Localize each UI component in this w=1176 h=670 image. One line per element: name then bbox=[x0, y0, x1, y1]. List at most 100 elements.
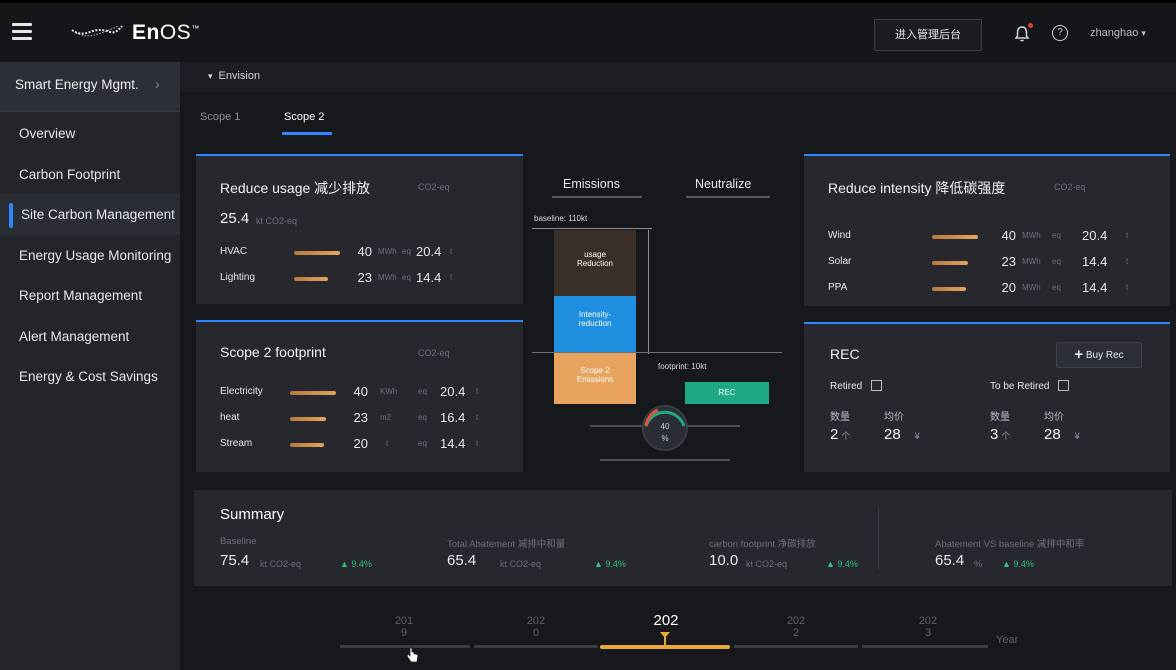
plus-icon: + bbox=[1074, 346, 1084, 363]
year-2020[interactable]: 202 0 bbox=[516, 615, 556, 639]
year-2023[interactable]: 202 3 bbox=[908, 615, 948, 639]
summary-pct: ▲ 9.4% bbox=[826, 559, 858, 569]
chevron-down-icon: ▾ bbox=[1141, 28, 1146, 38]
export-icon[interactable] bbox=[1058, 380, 1070, 391]
hand-cursor-icon bbox=[406, 647, 419, 663]
emissions-diagram: Emissions Neutralize baseline: 110kt usa… bbox=[530, 162, 802, 472]
summary-unit: % bbox=[974, 559, 983, 569]
breadcrumb[interactable]: ▾ Envision bbox=[180, 62, 1176, 92]
summary-value-abatement-vs-baseline: 65.4 bbox=[935, 552, 965, 569]
footprint-row-electricity: Electricity 40 KWh eq 20.4 t bbox=[220, 384, 479, 399]
enos-logo: EnOS™ bbox=[132, 21, 200, 44]
chevron-down-icon: ▾ bbox=[208, 71, 213, 81]
buy-rec-button[interactable]: + Buy Rec bbox=[1056, 342, 1142, 368]
intensity-row-solar: Solar 23 MWh eq 14.4 t bbox=[828, 254, 1129, 269]
sidebar-item-report-management[interactable]: Report Management bbox=[0, 275, 196, 316]
year-timeline: 201 9 202 0 202 202 2 202 3 Year bbox=[338, 612, 1018, 663]
summary-pct: ▲ 9.4% bbox=[340, 559, 372, 569]
summary-card: Summary Baseline 75.4 kt CO2-eq ▲ 9.4% T… bbox=[194, 490, 1172, 586]
admin-console-button[interactable]: 进入管理后台 bbox=[874, 19, 982, 51]
top-bar: EnOS™ 进入管理后台 ? zhanghao ▾ bbox=[0, 0, 1176, 62]
summary-unit: kt CO2-eq bbox=[746, 559, 788, 569]
tab-scope-1[interactable]: Scope 1 bbox=[200, 111, 240, 123]
card-title: Reduce usage 减少排放 bbox=[220, 180, 371, 196]
notification-dot bbox=[1028, 23, 1033, 28]
help-icon[interactable]: ? bbox=[1052, 25, 1068, 41]
baseline-line bbox=[532, 228, 652, 229]
summary-value-total-abatement: 65.4 bbox=[447, 552, 477, 569]
sidebar-app-switcher[interactable]: Smart Energy Mgmt. › bbox=[0, 62, 196, 112]
retired-qty-label: 数量 bbox=[830, 412, 850, 423]
summary-divider bbox=[878, 508, 879, 570]
summary-unit: kt CO2-eq bbox=[260, 559, 302, 569]
usage-row-lighting: Lighting 23 MWh eq 14.4 t bbox=[220, 270, 453, 285]
total-unit: kt CO2-eq bbox=[256, 216, 298, 226]
retired-price-value: 28 ¥ bbox=[884, 426, 920, 443]
summary-unit: kt CO2-eq bbox=[500, 559, 542, 569]
export-icon[interactable] bbox=[871, 380, 883, 391]
usage-reduction-block: usage Reduction bbox=[554, 230, 636, 296]
baseline-label: baseline: 110kt bbox=[534, 214, 588, 223]
sidebar-item-site-carbon-management[interactable]: Site Carbon Management bbox=[0, 194, 196, 235]
tab-emissions[interactable]: Emissions bbox=[563, 177, 620, 191]
envision-logo-icon bbox=[71, 25, 123, 37]
gauge-unit: % bbox=[661, 434, 669, 443]
tbr-price-label: 均价 bbox=[1044, 412, 1064, 423]
total-value: 25.4 bbox=[220, 210, 250, 227]
summary-value-baseline: 75.4 bbox=[220, 552, 250, 569]
gauge-value: 40 bbox=[660, 422, 670, 431]
summary-value-carbon-footprint: 10.0 bbox=[709, 552, 739, 569]
rec-block: REC bbox=[685, 382, 769, 404]
retired-price-label: 均价 bbox=[884, 412, 904, 423]
sidebar-item-energy-cost-savings[interactable]: Energy & Cost Savings bbox=[0, 356, 196, 397]
rec-card: REC + Buy Rec Retired To be Retired 数量 均… bbox=[804, 322, 1170, 472]
menu-icon[interactable] bbox=[12, 23, 32, 40]
neutralize-underline bbox=[686, 196, 770, 198]
timeline-pin-icon bbox=[660, 632, 670, 645]
summary-title: Summary bbox=[220, 506, 285, 523]
timeline-track[interactable] bbox=[340, 645, 470, 648]
chevron-right-icon: › bbox=[155, 76, 160, 92]
retired-label: Retired bbox=[830, 380, 883, 392]
timeline-track[interactable] bbox=[862, 645, 988, 648]
reduce-intensity-card: Reduce intensity 降低碳强度 CO2-eq Wind 40 MW… bbox=[804, 154, 1170, 306]
retired-qty-value: 2个 bbox=[830, 426, 851, 443]
footprint-row-stream: Stream 20 t eq 14.4 t bbox=[220, 436, 479, 451]
sidebar-item-carbon-footprint[interactable]: Carbon Footprint bbox=[0, 154, 196, 195]
sidebar-item-alert-management[interactable]: Alert Management bbox=[0, 316, 196, 357]
intensity-reduction-block: Intensity- reduction bbox=[554, 296, 636, 352]
footprint-line bbox=[532, 352, 782, 353]
summary-label-total-abatement: Total Abatement 减排中和量 bbox=[447, 539, 566, 550]
intensity-row-wind: Wind 40 MWh eq 20.4 t bbox=[828, 228, 1129, 243]
year-2022[interactable]: 202 2 bbox=[776, 615, 816, 639]
timeline-track[interactable] bbox=[474, 645, 598, 648]
summary-pct: ▲ 9.4% bbox=[594, 559, 626, 569]
reduce-usage-card: Reduce usage 减少排放 CO2-eq 25.4 kt CO2-eq … bbox=[196, 154, 523, 304]
footprint-row-heat: heat 23 m2 eq 16.4 t bbox=[220, 410, 479, 425]
year-2021-selected[interactable]: 202 bbox=[646, 612, 686, 629]
emissions-underline bbox=[552, 196, 642, 198]
tbr-qty-label: 数量 bbox=[990, 412, 1010, 423]
scope2-emissions-block: Scope 2 Emissions bbox=[554, 352, 636, 404]
card-title: REC bbox=[830, 346, 860, 362]
timeline-track[interactable] bbox=[734, 645, 858, 648]
tbr-qty-value: 3个 bbox=[990, 426, 1011, 443]
active-tab-indicator bbox=[282, 132, 332, 135]
usage-row-hvac: HVAC 40 MWh eq 20.4 t bbox=[220, 244, 453, 259]
to-be-retired-label: To be Retired bbox=[990, 380, 1070, 392]
summary-label-baseline: Baseline bbox=[220, 536, 257, 547]
sidebar-item-overview[interactable]: Overview bbox=[0, 113, 196, 154]
sidebar-item-energy-usage-monitoring[interactable]: Energy Usage Monitoring bbox=[0, 235, 196, 276]
card-title: Scope 2 footprint bbox=[220, 344, 326, 360]
summary-pct: ▲ 9.4% bbox=[1002, 559, 1034, 569]
summary-label-abatement-vs-baseline: Abatement VS baseline 减排中和率 bbox=[935, 539, 1085, 550]
unit-label: CO2-eq bbox=[418, 182, 450, 192]
user-menu[interactable]: zhanghao ▾ bbox=[1090, 27, 1146, 39]
tab-scope-2[interactable]: Scope 2 bbox=[284, 111, 324, 123]
tab-neutralize[interactable]: Neutralize bbox=[695, 177, 751, 191]
sidebar: Smart Energy Mgmt. › Overview Carbon Foot… bbox=[0, 62, 196, 670]
timeline-axis-label: Year bbox=[996, 634, 1019, 646]
measure-line bbox=[648, 230, 649, 354]
year-2019[interactable]: 201 9 bbox=[384, 615, 424, 639]
bell-icon[interactable] bbox=[1014, 25, 1030, 43]
